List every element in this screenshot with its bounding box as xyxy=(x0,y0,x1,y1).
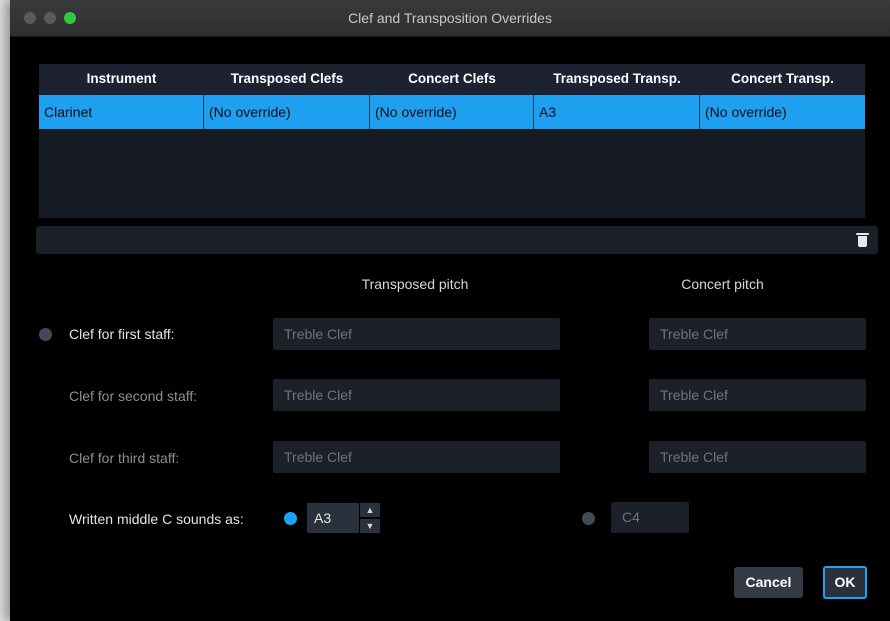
first-staff-transposed-clef-field[interactable]: Treble Clef xyxy=(273,318,560,350)
concert-middle-c-radio[interactable] xyxy=(582,512,595,525)
column-header-transposed-transp[interactable]: Transposed Transp. xyxy=(534,64,700,94)
first-staff-label: Clef for first staff: xyxy=(69,326,175,342)
column-header-concert-clefs[interactable]: Concert Clefs xyxy=(370,64,534,94)
middle-c-label: Written middle C sounds as: xyxy=(69,511,244,527)
table-row[interactable]: Clarinet (No override) (No override) A3 … xyxy=(39,95,865,129)
table-header: Instrument Transposed Clefs Concert Clef… xyxy=(39,64,865,94)
transposed-pitch-heading: Transposed pitch xyxy=(361,276,469,292)
transposed-middle-c-input[interactable]: A3 xyxy=(307,503,359,533)
column-header-concert-transp[interactable]: Concert Transp. xyxy=(700,64,865,94)
trash-icon[interactable] xyxy=(856,233,869,247)
table-cell: (No override) xyxy=(204,95,370,129)
first-staff-radio[interactable] xyxy=(39,328,52,341)
dialog-window: Clef and Transposition Overrides Instrum… xyxy=(10,0,890,621)
overrides-table: Instrument Transposed Clefs Concert Clef… xyxy=(39,64,865,218)
second-staff-concert-clef-field[interactable]: Treble Clef xyxy=(649,379,866,411)
table-cell: A3 xyxy=(534,95,700,129)
chevron-up-icon[interactable]: ▲ xyxy=(360,503,380,517)
third-staff-transposed-clef-field[interactable]: Treble Clef xyxy=(273,441,560,473)
table-cell: (No override) xyxy=(705,104,787,120)
second-staff-transposed-clef-field[interactable]: Treble Clef xyxy=(273,379,560,411)
chevron-down-icon[interactable]: ▼ xyxy=(360,519,380,533)
table-cell: (No override) xyxy=(370,95,534,129)
middle-c-stepper[interactable]: ▲ ▼ xyxy=(360,503,380,533)
third-staff-concert-clef-field[interactable]: Treble Clef xyxy=(649,441,866,473)
second-staff-label: Clef for second staff: xyxy=(69,388,198,404)
concert-pitch-heading: Concert pitch xyxy=(681,276,764,292)
third-staff-label: Clef for third staff: xyxy=(69,450,180,466)
table-toolbar xyxy=(36,226,878,254)
title-bar[interactable]: Clef and Transposition Overrides xyxy=(10,0,890,37)
window-title: Clef and Transposition Overrides xyxy=(348,10,552,26)
table-cell: Clarinet xyxy=(39,95,204,129)
column-header-transposed-clefs[interactable]: Transposed Clefs xyxy=(204,64,370,94)
concert-middle-c-input[interactable]: C4 xyxy=(611,502,689,533)
transposed-middle-c-radio[interactable] xyxy=(284,512,297,525)
ok-button[interactable]: OK xyxy=(823,566,867,599)
first-staff-concert-clef-field[interactable]: Treble Clef xyxy=(649,318,866,350)
column-header-instrument[interactable]: Instrument xyxy=(39,64,204,94)
cancel-button[interactable]: Cancel xyxy=(734,567,803,598)
